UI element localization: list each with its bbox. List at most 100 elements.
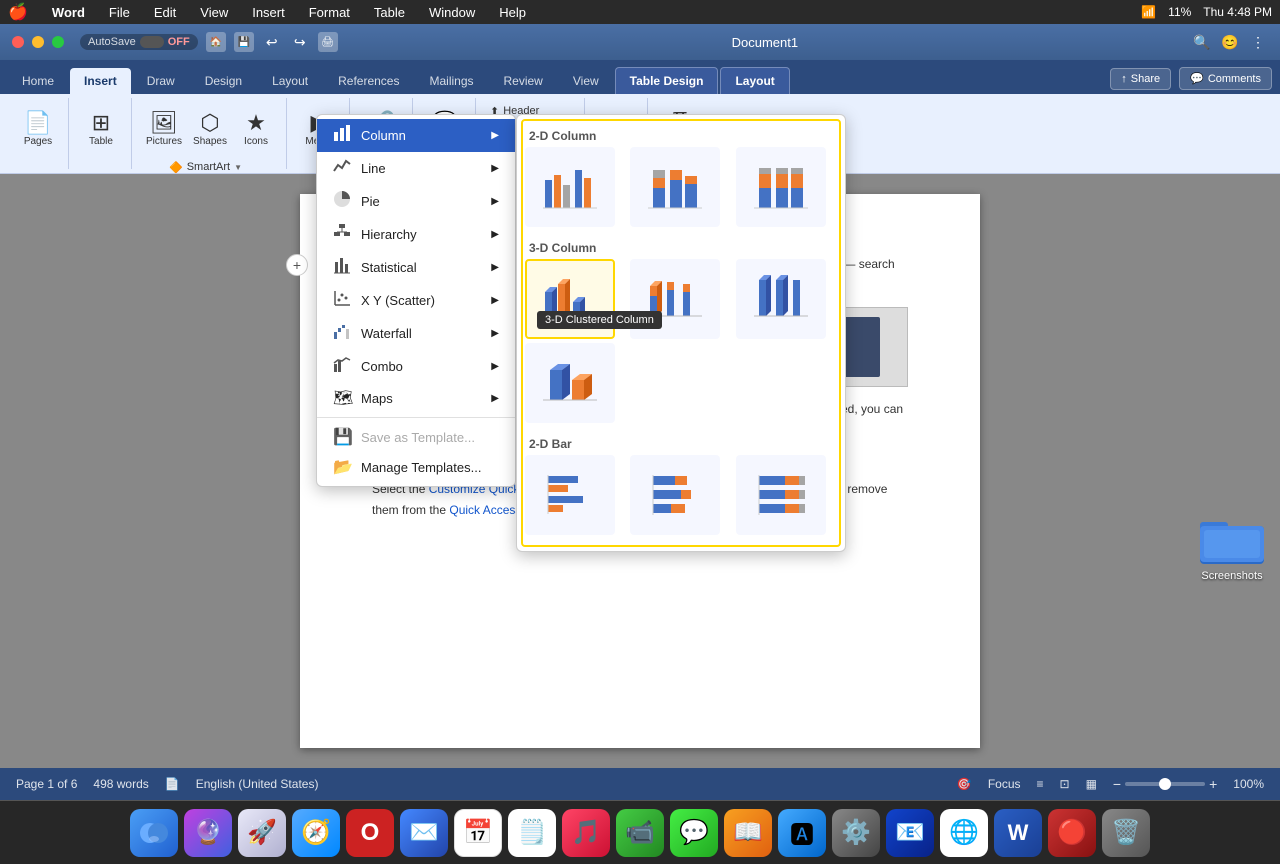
chart-menu-column[interactable]: Column ▶ — [317, 119, 515, 152]
manage-templates-button[interactable]: 📂 Manage Templates... — [317, 452, 515, 482]
tab-table-design[interactable]: Table Design — [615, 67, 719, 94]
chart-menu-hierarchy[interactable]: Hierarchy ▶ — [317, 218, 515, 251]
menubar-view[interactable]: View — [196, 5, 232, 20]
kebab-icon[interactable]: ⋮ — [1248, 32, 1268, 52]
chart-menu-line[interactable]: Line ▶ — [317, 152, 515, 185]
zoom-thumb[interactable] — [1159, 778, 1171, 790]
tab-references[interactable]: References — [324, 68, 413, 94]
icons-button[interactable]: ★ Icons — [234, 102, 278, 156]
minimize-button[interactable] — [32, 36, 44, 48]
chart-100-stacked-col[interactable] — [736, 147, 826, 227]
shapes-button[interactable]: ⬡ Shapes — [188, 102, 232, 156]
chart-3d-100-stacked-col[interactable] — [736, 259, 826, 339]
dock-system-prefs[interactable]: ⚙️ — [832, 809, 880, 857]
chart-menu-pie[interactable]: Pie ▶ — [317, 185, 515, 218]
dock-outlook[interactable]: 📧 — [886, 809, 934, 857]
table-button[interactable]: ⊞ Table — [79, 102, 123, 156]
chart-3d-clustered-col[interactable]: 3-D Clustered Column — [525, 259, 615, 339]
menubar-word[interactable]: Word — [48, 5, 89, 20]
desktop-screenshots-icon[interactable]: Screenshots — [1200, 514, 1264, 582]
dock-preview[interactable]: 🗒️ — [508, 809, 556, 857]
menubar-window[interactable]: Window — [425, 5, 479, 20]
chart-stacked-bar[interactable] — [630, 455, 720, 535]
view-icon-2[interactable]: ⊡ — [1060, 777, 1070, 791]
dock-opera[interactable]: O — [346, 809, 394, 857]
menubar-insert[interactable]: Insert — [248, 5, 289, 20]
tab-layout[interactable]: Layout — [258, 68, 322, 94]
doc-check-icon: 📄 — [165, 777, 180, 791]
chart-clustered-col[interactable] — [525, 147, 615, 227]
menubar-file[interactable]: File — [105, 5, 134, 20]
trash-icon: 🗑️ — [1111, 818, 1141, 847]
launchpad-icon: 🚀 — [247, 818, 277, 847]
tab-table-layout[interactable]: Layout — [720, 67, 789, 94]
dock-calendar[interactable]: 📅 — [454, 809, 502, 857]
view-icon-1[interactable]: ≡ — [1037, 777, 1044, 791]
tab-mailings[interactable]: Mailings — [415, 68, 487, 94]
close-button[interactable] — [12, 36, 24, 48]
redo-icon[interactable]: ↪ — [290, 32, 310, 52]
zoom-slider[interactable]: − + — [1113, 776, 1217, 792]
table-icon: ⊞ — [92, 112, 110, 134]
tab-home[interactable]: Home — [8, 68, 68, 94]
menubar-format[interactable]: Format — [305, 5, 354, 20]
chart-100-stacked-bar[interactable] — [736, 455, 826, 535]
pages-button[interactable]: 📄 Pages — [16, 102, 60, 156]
view-icon-3[interactable]: ▦ — [1086, 777, 1097, 791]
dock-safari[interactable]: 🧭 — [292, 809, 340, 857]
dock-siri[interactable]: 🔮 — [184, 809, 232, 857]
statistical-submenu-arrow: ▶ — [491, 262, 499, 273]
undo-icon[interactable]: ↩ — [262, 32, 282, 52]
tab-insert[interactable]: Insert — [70, 68, 131, 94]
chart-3d-stacked-col[interactable] — [630, 259, 720, 339]
save-icon[interactable]: 💾 — [234, 32, 254, 52]
share-button[interactable]: ↑ Share — [1110, 68, 1171, 90]
chart-menu-combo[interactable]: Combo ▶ — [317, 350, 515, 383]
chart-menu-statistical[interactable]: Statistical ▶ — [317, 251, 515, 284]
apple-menu-icon[interactable]: 🍎 — [8, 2, 28, 22]
mac-menubar: 🍎 Word File Edit View Insert Format Tabl… — [0, 0, 1280, 24]
dock-trash[interactable]: 🗑️ — [1102, 809, 1150, 857]
maximize-button[interactable] — [52, 36, 64, 48]
menubar-help[interactable]: Help — [495, 5, 530, 20]
hierarchy-chart-icon — [333, 223, 353, 246]
account-icon[interactable]: 😊 — [1220, 32, 1240, 52]
chart-stacked-col[interactable] — [630, 147, 720, 227]
zoom-track[interactable] — [1125, 782, 1205, 786]
autosave-toggle[interactable] — [140, 36, 164, 48]
chart-menu-maps[interactable]: 🗺 Maps ▶ — [317, 383, 515, 413]
menubar-table[interactable]: Table — [370, 5, 409, 20]
title-search-icon[interactable]: 🔍 — [1192, 32, 1212, 52]
chart-3d-col[interactable] — [525, 343, 615, 423]
wifi-icon[interactable]: 📶 — [1141, 5, 1156, 19]
dock-chrome[interactable]: 🌐 — [940, 809, 988, 857]
print-icon[interactable]: 🖨 — [318, 32, 338, 52]
dock-unknown[interactable]: 🔴 — [1048, 809, 1096, 857]
tab-draw[interactable]: Draw — [133, 68, 189, 94]
pictures-button[interactable]: 🖼 Pictures — [142, 102, 186, 156]
3d-100-stacked-col-svg — [751, 272, 811, 327]
chart-menu-xy[interactable]: X Y (Scatter) ▶ — [317, 284, 515, 317]
dock-facetime[interactable]: 📹 — [616, 809, 664, 857]
tab-design[interactable]: Design — [191, 68, 256, 94]
tab-review[interactable]: Review — [490, 68, 557, 94]
add-content-button[interactable]: + — [286, 254, 308, 276]
dock-books[interactable]: 📖 — [724, 809, 772, 857]
dock-finder[interactable] — [130, 809, 178, 857]
chart-clustered-bar[interactable] — [525, 455, 615, 535]
dock-mail[interactable]: ✉️ — [400, 809, 448, 857]
comments-button[interactable]: 💬 Comments — [1179, 67, 1272, 90]
zoom-minus[interactable]: − — [1113, 776, 1121, 792]
dock-messages[interactable]: 💬 — [670, 809, 718, 857]
chart-menu-waterfall[interactable]: Waterfall ▶ — [317, 317, 515, 350]
home-icon[interactable]: 🏠 — [206, 32, 226, 52]
dock-appstore[interactable]: 🅰 — [778, 809, 826, 857]
zoom-level[interactable]: 100% — [1233, 777, 1264, 791]
zoom-plus[interactable]: + — [1209, 776, 1217, 792]
3d-column-grid: 3-D Clustered Column — [525, 259, 837, 423]
dock-word[interactable]: W — [994, 809, 1042, 857]
dock-music[interactable]: 🎵 — [562, 809, 610, 857]
dock-launchpad[interactable]: 🚀 — [238, 809, 286, 857]
tab-view[interactable]: View — [559, 68, 613, 94]
menubar-edit[interactable]: Edit — [150, 5, 180, 20]
